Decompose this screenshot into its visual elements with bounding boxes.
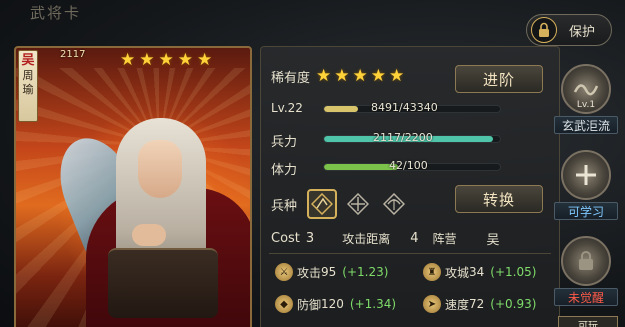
cost-label: Cost [271,231,300,246]
speed-label: 速度 [445,297,470,312]
convert-button[interactable]: 转换 [455,185,543,213]
siege-value: 34 [469,265,485,279]
star-icon: ★ [316,66,332,86]
stamina-label: 体力 [271,163,298,178]
siege-label: 攻城 [445,265,470,280]
troop-row: 兵力 [271,131,297,150]
infantry-icon[interactable] [343,189,373,219]
siege-stat: ♜ 攻城 34 (+1.05) [423,263,536,281]
star-icon: ★ [158,50,174,70]
troop-value: 2117/2200 [373,131,433,144]
defense-bonus: (+1.34) [349,297,397,311]
rarity-stars: ★ ★ ★ ★ ★ [316,68,404,85]
bottom-tag[interactable]: 可玩 [558,316,618,327]
stamina-row: 体力 [271,159,297,178]
general-card-screen: 武将卡 吴 周瑜 2117 ★ ★ ★ ★ ★ 稀有度 ★ ★ ★ ★ ★ 进阶 Lv.22 8… [0,0,625,327]
attack-stat: ⚔ 攻击 95 (+1.23) [275,263,388,281]
range-value: 4 [410,231,419,246]
hero-name: 周瑜 [23,69,34,97]
lock-icon [531,17,557,43]
sword-icon: ⚔ [275,263,293,281]
wing-icon: ➤ [423,295,441,313]
unit-type-options [307,189,409,219]
hero-face [138,140,182,198]
skill-slot-2[interactable]: 可学习 [554,150,618,220]
protect-button[interactable]: 保护 [526,14,612,46]
hero-card[interactable]: 吴 周瑜 2117 ★ ★ ★ ★ ★ [14,46,252,327]
siege-bonus: (+1.05) [490,265,537,279]
attack-label: 攻击 [297,265,322,280]
stamina-value: 42/100 [389,159,428,172]
hero-name-char: 周 [22,69,34,82]
cavalry-icon[interactable] [307,189,338,219]
level-bar-fill [324,106,359,112]
attack-bonus: (+1.23) [342,265,389,279]
skill-level: Lv.1 [576,100,596,110]
star-icon: ★ [177,50,193,70]
unit-type-label: 兵种 [271,198,298,214]
page-title: 武将卡 [30,4,82,22]
defense-value: 120 [321,297,344,311]
locked-skill-icon [561,236,611,286]
level-value: 8491/43340 [371,101,438,114]
range-label: 攻击距离 [342,232,391,246]
castle-icon: ♜ [423,263,441,281]
advance-button[interactable]: 进阶 [455,65,543,93]
stats-divider [269,253,551,254]
skill-name: 玄武洰流 [554,116,618,134]
card-id: 2117 [60,49,86,60]
speed-value: 72 [469,297,485,311]
star-icon: ★ [139,50,155,70]
star-icon: ★ [352,66,368,86]
camp-label: 阵营 [432,232,457,246]
rarity-label: 稀有度 [271,71,311,86]
troop-label: 兵力 [271,135,298,150]
skill-slot-3[interactable]: 未觉醒 [554,236,618,306]
star-icon: ★ [389,66,405,86]
skill-wave-icon: Lv.1 [561,64,611,114]
faction-label: 吴 [21,53,35,68]
unawakened-label: 未觉醒 [554,288,618,306]
defense-label: 防御 [297,297,322,312]
star-icon: ★ [197,50,213,70]
unit-type-row: 兵种 [271,189,409,219]
skill-slot-1[interactable]: Lv.1 玄武洰流 [554,64,618,134]
cost-value: 3 [305,231,315,246]
hero-hand [132,224,166,246]
cost-row: Cost 3 攻击距离 4 阵营 吴 [271,229,506,248]
faction-name-tag: 吴 周瑜 [18,50,38,122]
level-label: Lv.22 [271,101,303,115]
star-icon: ★ [334,66,350,86]
rarity-row: 稀有度 ★ ★ ★ ★ ★ [271,67,404,87]
camp-value: 吴 [486,233,500,248]
card-star-rating: ★ ★ ★ ★ ★ [120,52,212,69]
attack-value: 95 [321,265,337,279]
plus-icon [561,150,611,200]
archer-icon[interactable] [379,189,409,219]
protect-label: 保护 [569,24,596,40]
hero-info-panel: 稀有度 ★ ★ ★ ★ ★ 进阶 Lv.22 8491/43340 兵力 2117/22… [260,46,560,327]
shield-icon: ◆ [275,295,293,313]
star-icon: ★ [370,66,387,86]
hero-armor [108,248,218,318]
star-icon: ★ [120,50,136,70]
stamina-bar-fill [324,164,398,170]
speed-bonus: (+0.93) [490,297,537,311]
speed-stat: ➤ 速度 72 (+0.93) [423,295,536,313]
hero-name-char: 瑜 [22,83,34,96]
learnable-label: 可学习 [554,202,618,220]
defense-stat: ◆ 防御 120 (+1.34) [275,295,396,313]
level-row: Lv.22 [271,101,303,115]
